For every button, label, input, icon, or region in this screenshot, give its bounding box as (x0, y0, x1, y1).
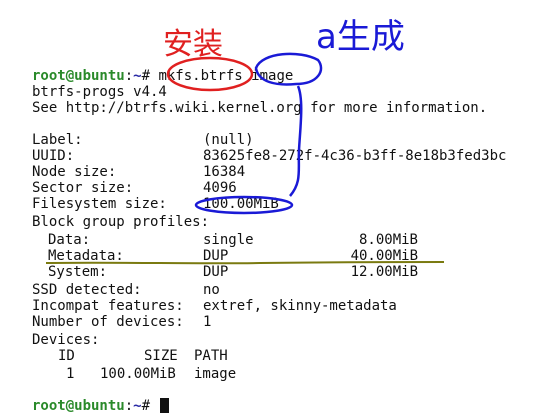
field-label: Sector size: (32, 180, 134, 196)
devices-header-id: ID (58, 348, 75, 364)
prompt-directory: ~ (133, 68, 142, 84)
info-url-line: See http://btrfs.wiki.kernel.org for mor… (32, 100, 488, 116)
field-value: 83625fe8-272f-4c36-b3ff-8e18b3fed3bc (203, 148, 507, 164)
block-group-name: Metadata: (48, 248, 124, 264)
prompt-user-host: root@ubuntu (32, 68, 125, 84)
field-label: Number of devices: (32, 314, 184, 330)
prompt-user-host: root@ubuntu (32, 398, 125, 414)
block-group-size: 12.00MiB (350, 264, 418, 280)
device-path: image (194, 366, 237, 382)
terminal-window[interactable]: root@ubuntu:~# mkfs.btrfs image btrfs-pr… (0, 0, 542, 420)
field-value: 16384 (203, 164, 246, 180)
field-value: 100.00MiB (203, 196, 279, 212)
prompt-symbol: # (141, 398, 159, 414)
block-group-name: System: (48, 264, 108, 280)
block-group-profile: single (203, 232, 254, 248)
command-line: root@ubuntu:~# mkfs.btrfs image (32, 68, 293, 84)
field-value: (null) (203, 132, 254, 148)
device-id: 1 (66, 366, 75, 382)
device-size: 100.00MiB (100, 366, 176, 382)
prompt-separator: : (124, 68, 134, 84)
field-label: SSD detected: (32, 282, 142, 298)
field-label: Node size: (32, 164, 117, 180)
field-label: Label: (32, 132, 83, 148)
field-value: no (203, 282, 220, 298)
field-value: 4096 (203, 180, 237, 196)
prompt-separator: : (124, 398, 134, 414)
block-group-profile: DUP (203, 264, 229, 280)
field-label: UUID: (32, 148, 75, 164)
devices-header-size: SIZE (144, 348, 178, 364)
text-cursor (160, 398, 170, 413)
field-label: Filesystem size: (32, 196, 167, 212)
block-group-size: 8.00MiB (358, 232, 418, 248)
field-label: Incompat features: (32, 298, 184, 314)
devices-title: Devices: (32, 332, 100, 348)
field-value: 1 (203, 314, 212, 330)
field-value: extref, skinny-metadata (203, 298, 397, 314)
devices-header-path: PATH (194, 348, 228, 364)
command-text: mkfs.btrfs image (158, 68, 294, 84)
block-group-name: Data: (48, 232, 91, 248)
prompt-directory: ~ (133, 398, 142, 414)
prompt-symbol: # (141, 68, 159, 84)
block-group-size: 40.00MiB (350, 248, 418, 264)
block-group-profile: DUP (203, 248, 229, 264)
prompt-line[interactable]: root@ubuntu:~# (32, 398, 170, 414)
version-line: btrfs-progs v4.4 (32, 84, 167, 100)
block-group-title: Block group profiles: (32, 214, 210, 230)
